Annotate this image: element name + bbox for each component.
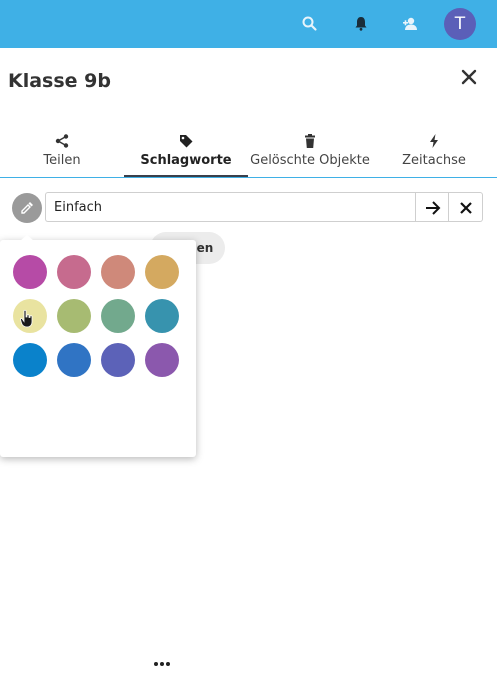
search-icon[interactable]	[300, 14, 320, 34]
top-bar: T	[0, 0, 497, 48]
lightning-icon	[430, 134, 438, 148]
popover-arrow	[20, 235, 34, 241]
color-swatch[interactable]	[145, 299, 179, 333]
avatar[interactable]: T	[444, 8, 476, 40]
tag-name-input[interactable]	[45, 192, 415, 222]
color-swatch[interactable]	[13, 255, 47, 289]
color-swatch[interactable]	[13, 343, 47, 377]
trash-icon	[305, 134, 315, 148]
color-picker-popover	[0, 240, 196, 666]
color-picker-button[interactable]	[12, 193, 42, 223]
tab-deleted-objects[interactable]: Gelöschte Objekte	[248, 130, 372, 176]
tab-bar: Teilen Schlagworte Gelöschte Objekte Zei…	[0, 130, 497, 178]
hand-cursor-icon	[20, 309, 33, 328]
more-icon	[154, 662, 170, 666]
color-swatch[interactable]	[101, 299, 135, 333]
share-icon	[55, 134, 69, 148]
more-colors-button[interactable]	[150, 654, 174, 674]
close-icon	[460, 202, 472, 214]
color-swatch[interactable]	[145, 255, 179, 289]
arrow-right-icon	[426, 201, 441, 215]
tab-label: Zeitachse	[402, 153, 466, 168]
add-tag-button[interactable]	[415, 192, 449, 222]
tab-label: Teilen	[43, 153, 81, 168]
close-icon[interactable]	[458, 66, 480, 88]
eyedropper-icon	[21, 202, 33, 214]
tag-icon	[180, 135, 193, 148]
tab-tags[interactable]: Schlagworte	[124, 130, 248, 176]
tabs-divider	[0, 177, 497, 178]
color-swatch[interactable]	[145, 343, 179, 377]
color-swatch[interactable]	[57, 255, 91, 289]
bell-icon[interactable]	[351, 14, 371, 34]
tab-label: Gelöschte Objekte	[250, 153, 370, 168]
tab-label: Schlagworte	[140, 153, 232, 168]
color-swatch[interactable]	[101, 255, 135, 289]
tab-timeline[interactable]: Zeitachse	[372, 130, 496, 176]
dialog-title: Klasse 9b	[8, 70, 111, 92]
color-swatch[interactable]	[57, 343, 91, 377]
color-swatch[interactable]	[57, 299, 91, 333]
tab-share[interactable]: Teilen	[0, 130, 124, 176]
clear-input-button[interactable]	[449, 192, 483, 222]
color-swatch[interactable]	[101, 343, 135, 377]
user-add-icon[interactable]	[400, 14, 420, 34]
